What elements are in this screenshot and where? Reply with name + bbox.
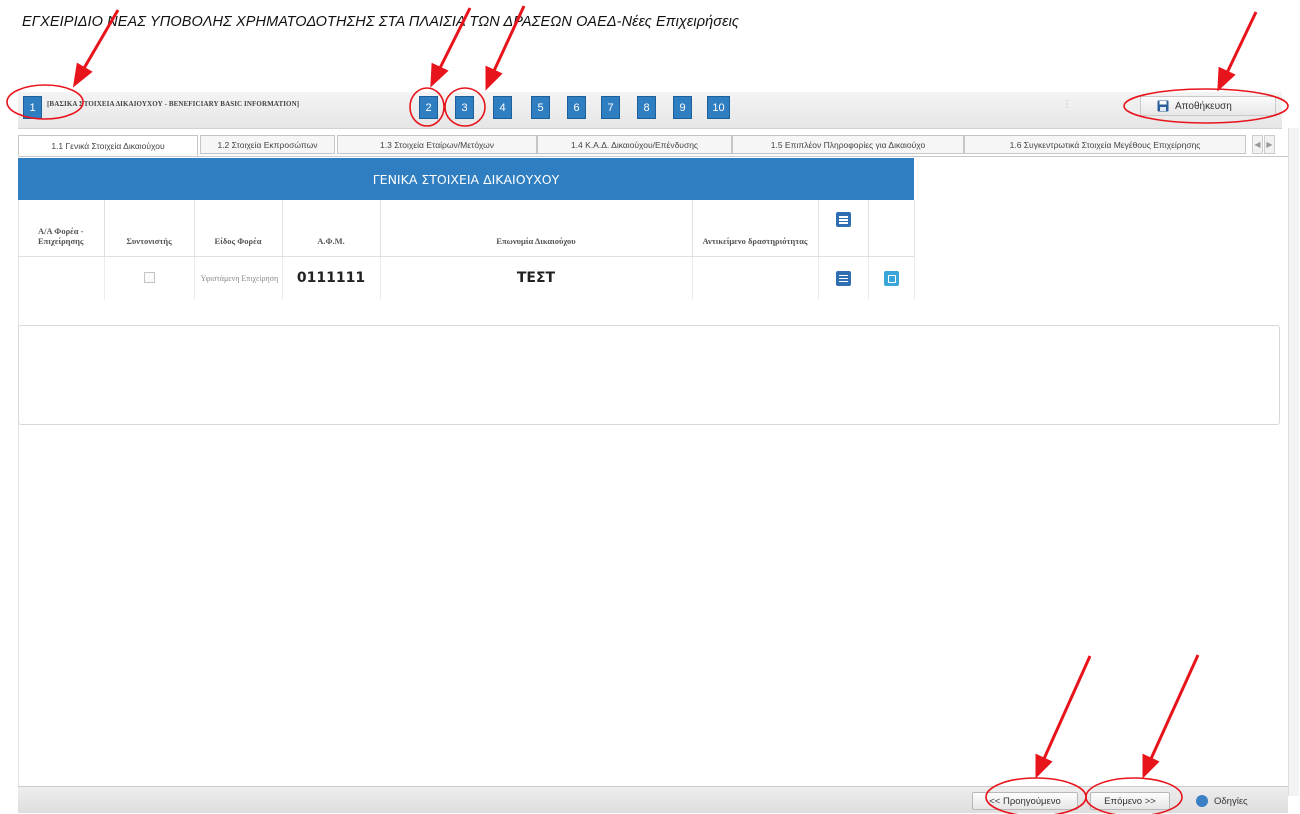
step-8-button[interactable]: 8 (637, 96, 656, 119)
step-6-button[interactable]: 6 (567, 96, 586, 119)
coordinator-checkbox[interactable] (143, 271, 155, 283)
tab-1-1-general-info[interactable]: 1.1 Γενικά Στοιχεία Δικαιούχου (18, 135, 198, 156)
toolbar-separator: ⋮ (1062, 99, 1072, 110)
next-button[interactable]: Επόμενο >> (1090, 792, 1170, 810)
step-4-button[interactable]: 4 (493, 96, 512, 119)
save-button[interactable]: Αποθήκευση (1140, 96, 1276, 116)
document-title: ΕΓΧΕΙΡΙΔΙΟ ΝΕΑΣ ΥΠΟΒΟΛΗΣ ΧΡΗΜΑΤΟΔΟΤΗΣΗΣ … (22, 14, 740, 30)
previous-button[interactable]: << Προηγούμενο (972, 792, 1078, 810)
table-row[interactable]: Υφιστάμενη Επιχείρηση 0111111 ΤΕΣΤ (18, 256, 915, 300)
tab-1-2-representatives[interactable]: 1.2 Στοιχεία Εκπροσώπων (200, 135, 335, 154)
details-icon[interactable] (835, 270, 851, 286)
step-1-button[interactable]: 1 (23, 96, 42, 119)
column-header-activity: Αντικείμενο δραστηριότητας (692, 200, 819, 257)
cell-afm: 0111111 (282, 256, 381, 300)
tab-1-3-partners[interactable]: 1.3 Στοιχεία Εταίρων/Μετόχων (337, 135, 537, 154)
step-9-button[interactable]: 9 (673, 96, 692, 119)
detail-text-area[interactable] (18, 325, 1280, 425)
step-5-button[interactable]: 5 (531, 96, 550, 119)
step-10-button[interactable]: 10 (707, 96, 730, 119)
save-button-label: Αποθήκευση (1175, 100, 1232, 112)
annotation-arrow-save (1224, 11, 1258, 76)
cell-details (818, 256, 869, 300)
tab-scroll-right-button[interactable]: ▶ (1264, 135, 1275, 154)
help-icon (1196, 795, 1208, 807)
column-header-afm: Α.Φ.Μ. (282, 200, 381, 257)
beneficiary-table: Α/Α Φορέα - Επιχείρησης Συντονιστής Είδο… (18, 200, 915, 300)
column-header-edit (868, 200, 915, 257)
tab-1-6-size-summary[interactable]: 1.6 Συγκεντρωτικά Στοιχεία Μεγέθους Επιχ… (964, 135, 1246, 154)
cell-edit (868, 256, 915, 300)
column-header-type: Είδος Φορέα (194, 200, 283, 257)
current-step-title: [ΒΑΣΙΚΑ ΣΤΟΙΧΕΙΑ ΔΙΚΑΙΟΥΧΟΥ - BENEFICIAR… (47, 100, 300, 108)
edit-icon[interactable] (883, 270, 899, 286)
table-header-row: Α/Α Φορέα - Επιχείρησης Συντονιστής Είδο… (18, 200, 915, 257)
cell-type: Υφιστάμενη Επιχείρηση (194, 256, 283, 300)
grid-title: ΓΕΝΙΚΑ ΣΤΟΙΧΕΙΑ ΔΙΚΑΙΟΥΧΟΥ (18, 158, 914, 200)
floppy-disk-icon (1157, 100, 1169, 112)
cell-aa (18, 256, 105, 300)
step-7-button[interactable]: 7 (601, 96, 620, 119)
column-header-coordinator: Συντονιστής (104, 200, 195, 257)
tab-1-5-extra-info[interactable]: 1.5 Επιπλέον Πληροφορίες για Δικαιούχο (732, 135, 964, 154)
column-header-aa: Α/Α Φορέα - Επιχείρησης (18, 200, 105, 257)
list-details-icon[interactable] (835, 212, 851, 227)
step-3-button[interactable]: 3 (455, 96, 474, 119)
cell-name: ΤΕΣΤ (380, 256, 693, 300)
step-2-button[interactable]: 2 (419, 96, 438, 119)
cell-coordinator (104, 256, 195, 300)
column-header-name: Επωνυμία Δικαιούχου (380, 200, 693, 257)
cell-activity (692, 256, 819, 300)
tab-scroll-left-button[interactable]: ◀ (1252, 135, 1263, 154)
help-label: Οδηγίες (1214, 795, 1248, 807)
tab-1-4-kad[interactable]: 1.4 Κ.Α.Δ. Δικαιούχου/Επένδυσης (537, 135, 732, 154)
sub-tabs: 1.1 Γενικά Στοιχεία Δικαιούχου 1.2 Στοιχ… (18, 132, 1288, 157)
column-header-details (818, 200, 869, 257)
help-button[interactable]: Οδηγίες (1196, 792, 1248, 810)
page-scrollbar[interactable] (1288, 128, 1299, 796)
